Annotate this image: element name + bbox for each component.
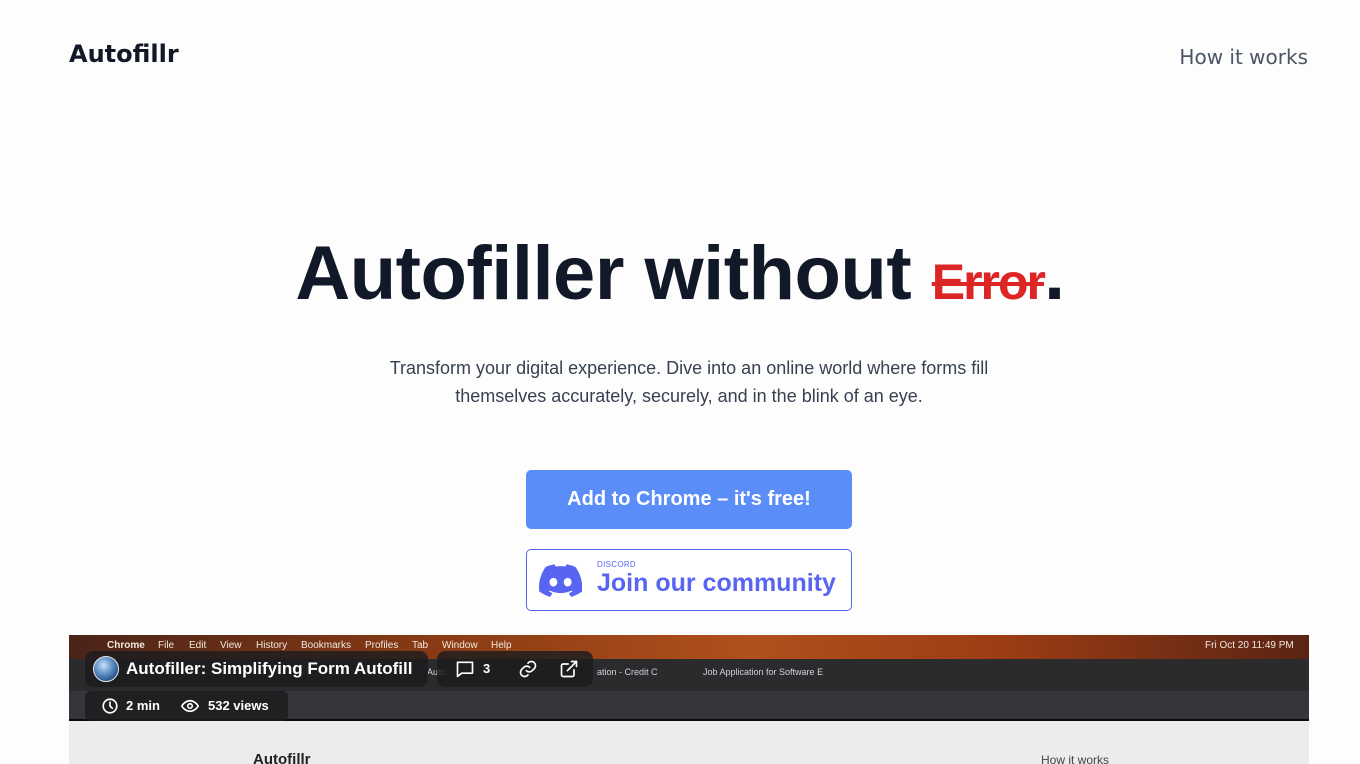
browser-tab: ation - Credit C xyxy=(597,667,658,677)
nav-how-it-works[interactable]: How it works xyxy=(1179,45,1308,69)
hero-subtitle-line1: Transform your digital experience. Dive … xyxy=(389,358,989,378)
clock-icon xyxy=(102,698,118,714)
mac-menu-item: Chrome xyxy=(107,640,145,651)
mac-menu-item: File xyxy=(158,640,175,651)
comment-count: 3 xyxy=(483,661,491,676)
discord-icon xyxy=(539,564,582,597)
video-title-bar[interactable]: Autofiller: Simplifying Form Autofill xyxy=(85,651,428,687)
add-to-chrome-button[interactable]: Add to Chrome – it's free! xyxy=(526,470,852,529)
mac-menu-item: History xyxy=(256,640,288,651)
hero-title-main: Autofiller without xyxy=(295,231,932,316)
mac-clock: Fri Oct 20 11:49 PM xyxy=(1205,640,1294,651)
video-meta: 2 min 532 views xyxy=(85,691,288,721)
discord-label: Join our community xyxy=(597,569,836,597)
join-community-button[interactable]: DISCORD Join our community xyxy=(526,549,852,611)
mac-menu-item: Edit xyxy=(189,640,207,651)
video-actions: 3 xyxy=(437,651,593,687)
hero-title-end: . xyxy=(1044,231,1065,316)
video-page-content: Autofillr How it works xyxy=(69,721,1309,764)
discord-small-label: DISCORD xyxy=(597,560,636,569)
video-views: 532 views xyxy=(208,698,269,713)
inner-nav: How it works xyxy=(1041,753,1110,764)
hero-subtitle-line2: themselves accurately, securely, and in … xyxy=(455,386,923,406)
mac-menu-item: Window xyxy=(442,640,478,651)
comment-icon[interactable] xyxy=(455,659,475,679)
site-logo[interactable]: Autofillr xyxy=(69,40,179,68)
eye-icon xyxy=(181,699,199,713)
mac-menu-item: Help xyxy=(491,640,512,651)
external-link-icon[interactable] xyxy=(559,659,579,679)
browser-tab: Job Application for Software E xyxy=(703,667,824,677)
mac-menu-item: Profiles xyxy=(365,640,399,651)
video-title[interactable]: Autofiller: Simplifying Form Autofill xyxy=(126,659,412,679)
mac-menu-item: View xyxy=(220,640,242,651)
hero-subtitle: Transform your digital experience. Dive … xyxy=(380,354,998,410)
inner-logo: Autofillr xyxy=(253,751,311,764)
mac-menu-item: Bookmarks xyxy=(301,640,352,651)
link-icon[interactable] xyxy=(518,659,538,679)
video-duration: 2 min xyxy=(126,698,160,713)
hero-title: Autofiller without Error. xyxy=(0,230,1360,317)
mac-menu-item: Tab xyxy=(412,640,429,651)
avatar xyxy=(93,656,119,682)
hero-title-struck: Error xyxy=(931,254,1046,310)
